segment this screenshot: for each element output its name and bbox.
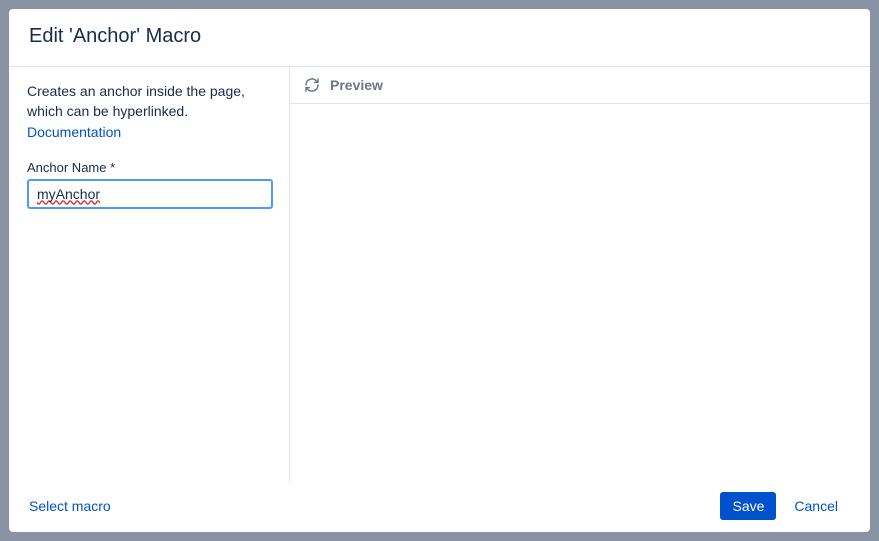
preview-label: Preview bbox=[330, 77, 383, 93]
refresh-icon[interactable] bbox=[304, 77, 320, 93]
preview-header: Preview bbox=[290, 67, 870, 104]
cancel-button[interactable]: Cancel bbox=[782, 492, 850, 520]
anchor-name-label: Anchor Name * bbox=[27, 160, 271, 175]
preview-pane: Preview bbox=[290, 67, 870, 482]
dialog-body: Creates an anchor inside the page, which… bbox=[9, 67, 870, 482]
macro-description: Creates an anchor inside the page, which… bbox=[27, 81, 271, 122]
dialog-title: Edit 'Anchor' Macro bbox=[29, 25, 850, 48]
dialog-footer: Select macro Save Cancel bbox=[9, 482, 870, 532]
save-button[interactable]: Save bbox=[720, 492, 776, 520]
edit-anchor-macro-dialog: Edit 'Anchor' Macro Creates an anchor in… bbox=[9, 9, 870, 532]
macro-config-sidebar: Creates an anchor inside the page, which… bbox=[9, 67, 290, 482]
anchor-name-input[interactable]: myAnchor​ bbox=[27, 179, 273, 209]
dialog-header: Edit 'Anchor' Macro bbox=[9, 9, 870, 67]
documentation-link[interactable]: Documentation bbox=[27, 124, 121, 140]
select-macro-link[interactable]: Select macro bbox=[29, 498, 111, 514]
